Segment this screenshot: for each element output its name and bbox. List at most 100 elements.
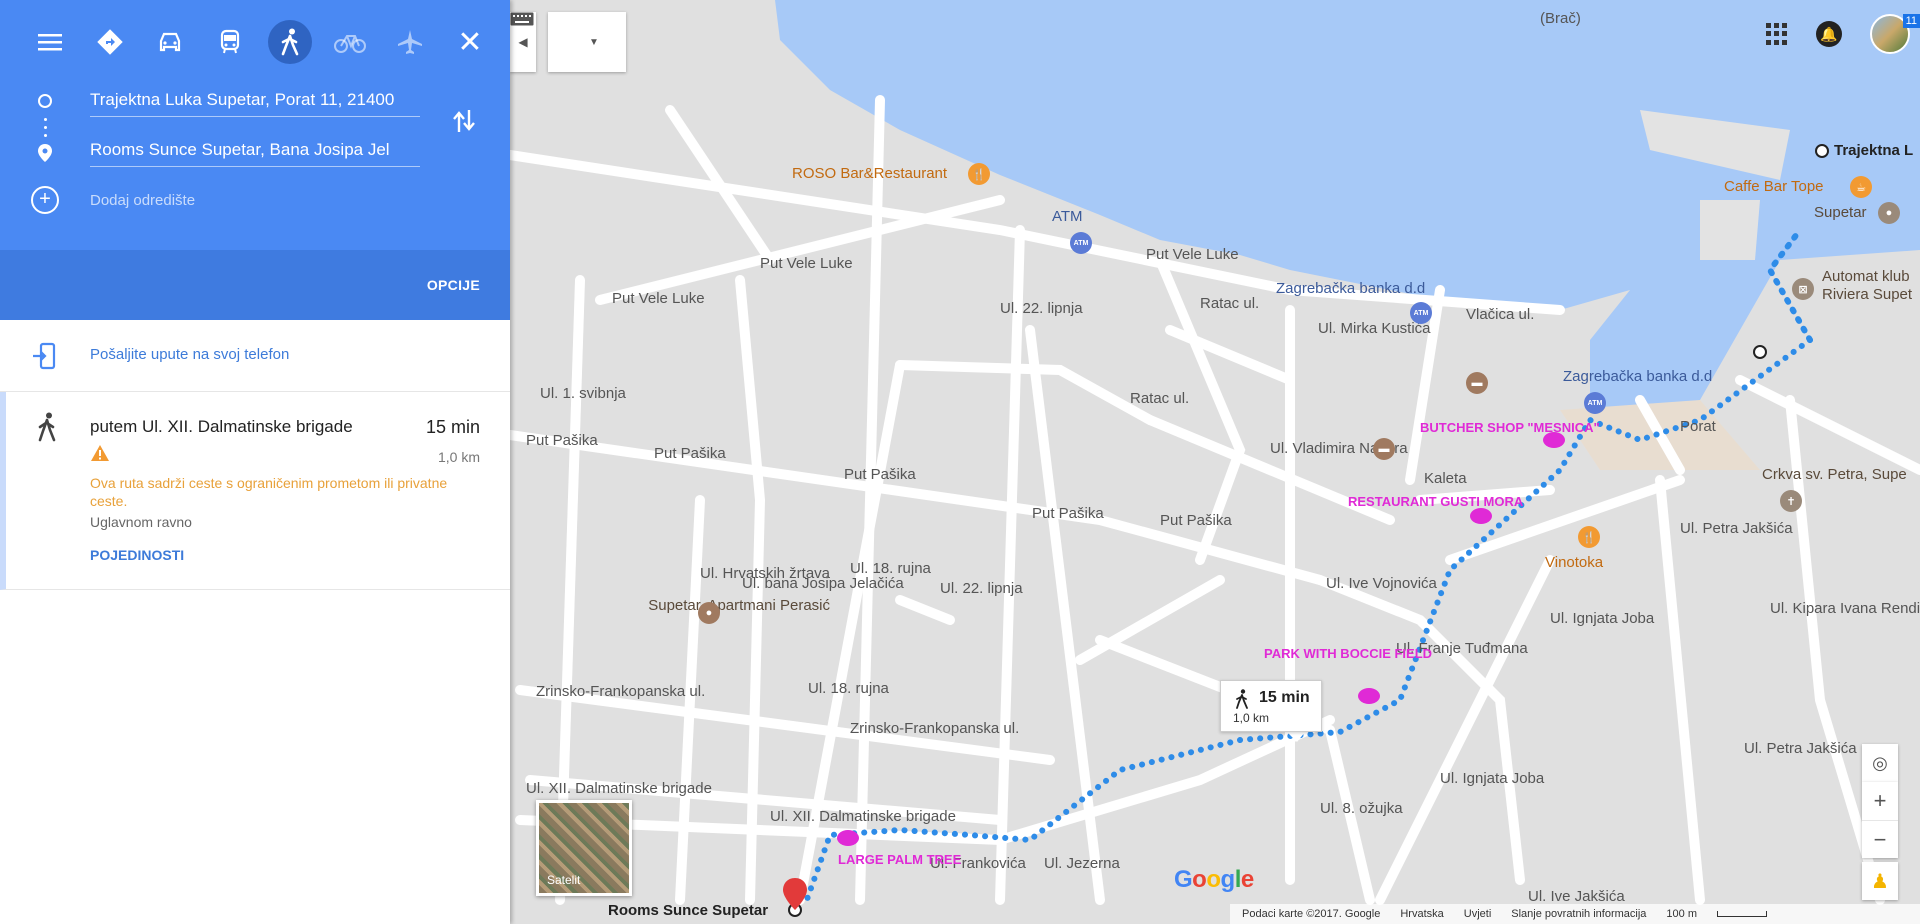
street-label: Zrinsko-Frankopanska ul. <box>850 720 1020 737</box>
street-label: Ul. 22. lipnja <box>940 580 1023 597</box>
street-label: Zrinsko-Frankopanska ul. <box>536 683 706 700</box>
terms-link[interactable]: Uvjeti <box>1464 908 1492 920</box>
zoom-in-button[interactable]: + <box>1862 782 1898 820</box>
restaurant-icon[interactable]: 🍴 <box>1578 526 1600 548</box>
google-maps-directions: Put Vele Luke Put Vele Luke Put Vele Luk… <box>0 0 1920 924</box>
directions-diamond-icon <box>97 29 123 55</box>
atm-icon[interactable]: ATM <box>1584 392 1606 414</box>
mode-walking-button[interactable] <box>268 20 312 64</box>
close-directions-button[interactable]: ✕ <box>450 22 490 62</box>
poi-label[interactable]: ROSO Bar&Restaurant <box>792 165 947 182</box>
mode-flights-button[interactable] <box>388 20 432 64</box>
street-label: Put Pašika <box>1160 512 1232 529</box>
street-label: Put Vele Luke <box>612 290 705 307</box>
street-label: Ul. Ive Vojnovića <box>1326 575 1437 592</box>
apps-grid-icon[interactable] <box>1766 23 1788 45</box>
add-destination-icon[interactable]: + <box>31 186 59 214</box>
input-tools-button[interactable]: ▼ <box>510 12 626 72</box>
street-label: Ul. XII. Dalmatinske brigade <box>526 780 712 797</box>
hamburger-icon <box>38 34 62 51</box>
hotel-icon[interactable]: ▬ <box>1466 372 1488 394</box>
menu-button[interactable] <box>28 20 72 64</box>
street-label: Put Pašika <box>1032 505 1104 522</box>
feedback-link[interactable]: Slanje povratnih informacija <box>1511 908 1646 920</box>
route-duration: 15 min <box>425 417 480 437</box>
my-location-icon[interactable]: ◎ <box>1862 744 1898 782</box>
map-data-credit: Podaci karte ©2017. Google <box>1242 908 1381 920</box>
atm-icon[interactable]: ATM <box>1070 232 1092 254</box>
swap-icon <box>453 110 475 132</box>
warning-icon <box>91 445 109 461</box>
options-button[interactable]: OPCIJE <box>427 277 480 293</box>
church-icon[interactable]: ✝ <box>1780 490 1802 512</box>
street-label: (Brač) <box>1540 10 1581 27</box>
restaurant-icon[interactable]: 🍴 <box>968 163 990 185</box>
send-to-phone-label[interactable]: Pošaljite upute na svoj telefon <box>90 346 289 363</box>
street-label: Porat <box>1680 418 1716 435</box>
street-label: Ul. Ive Jakšića <box>1528 888 1625 905</box>
zoom-out-button[interactable]: − <box>1862 820 1898 858</box>
poi-label[interactable]: Supetar, Apartmani Perasić <box>630 596 830 616</box>
mode-bicycling-button[interactable] <box>328 20 372 64</box>
atm-icon[interactable]: ATM <box>1410 302 1432 324</box>
street-label: Ul. Kipara Ivana Rendića <box>1770 600 1920 617</box>
mode-transit-button[interactable] <box>208 20 252 64</box>
street-label: Ul. Petra Jakšića <box>1744 740 1857 757</box>
origin-input[interactable]: Trajektna Luka Supetar, Porat 11, 21400 <box>90 90 420 117</box>
street-label: Ul. Mirka Kustića <box>1318 320 1431 337</box>
bus-icon <box>220 29 240 54</box>
mode-best-button[interactable] <box>88 20 132 64</box>
country-link[interactable]: Hrvatska <box>1400 908 1443 920</box>
mode-driving-button[interactable] <box>148 20 192 64</box>
poi-label[interactable]: ATM <box>1052 208 1083 225</box>
hotel-icon[interactable]: ● <box>698 602 720 624</box>
street-label: Ul. Petra Jakšića <box>1680 520 1793 537</box>
send-to-phone-row[interactable]: Pošaljite upute na svoj telefon <box>0 320 510 392</box>
street-view-control[interactable]: ♟ <box>1862 862 1898 900</box>
airplane-icon <box>398 30 422 54</box>
count-badge: 11 <box>1902 14 1920 28</box>
add-destination-input[interactable]: Dodaj odredište <box>90 192 420 215</box>
destination-label[interactable]: Rooms Sunce Supetar <box>608 902 768 919</box>
keyboard-icon <box>510 12 534 26</box>
street-label: Ul. Jezerna <box>1044 855 1120 872</box>
place-icon[interactable]: ⊠ <box>1792 278 1814 300</box>
route-elevation: Uglavnom ravno <box>90 514 192 530</box>
walking-icon <box>281 28 299 56</box>
poi-label[interactable]: Vinotoka <box>1545 554 1603 571</box>
hotel-icon[interactable]: ▬ <box>1373 438 1395 460</box>
google-logo: Google <box>1174 866 1254 893</box>
bubble-distance: 1,0 km <box>1233 711 1270 725</box>
swap-route-button[interactable] <box>452 108 478 138</box>
street-label: Kaleta <box>1424 470 1467 487</box>
destination-input[interactable]: Rooms Sunce Supetar, Bana Josipa Jel <box>90 140 420 167</box>
annotation-park: PARK WITH BOCCIE FIELD <box>1264 646 1433 661</box>
map-top-toolbar: ◀ ▼ <box>510 12 626 72</box>
street-label: Ul. Ignjata Joba <box>1440 770 1545 787</box>
bicycle-icon <box>334 35 366 53</box>
pegman-icon[interactable]: ♟ <box>1862 862 1898 900</box>
bubble-time: 15 min <box>1259 689 1310 706</box>
poi-label[interactable]: Zagrebačka banka d.d <box>1563 368 1712 385</box>
place-icon[interactable]: ● <box>1878 202 1900 224</box>
street-label: Ratac ul. <box>1130 390 1190 407</box>
poi-label[interactable]: Caffe Bar Tope <box>1724 178 1824 195</box>
street-label: Ul. 22. lipnja <box>1000 300 1083 317</box>
my-location-control[interactable]: ◎ <box>1862 744 1898 782</box>
satellite-toggle[interactable]: Satelit <box>536 800 632 896</box>
poi-label[interactable]: Crkva sv. Petra, Supe <box>1762 466 1907 483</box>
chevron-down-icon: ▼ <box>589 36 599 48</box>
street-label: Ratac ul. <box>1200 295 1260 312</box>
poi-label[interactable]: Zagrebačka banka d.d <box>1276 280 1425 297</box>
scale-label[interactable]: 100 m <box>1666 908 1697 920</box>
poi-label[interactable]: Trajektna L <box>1834 142 1913 159</box>
poi-label[interactable]: Supetar <box>1814 204 1867 221</box>
cafe-icon[interactable]: ☕ <box>1850 176 1872 198</box>
route-time-bubble[interactable]: 15 min 1,0 km <box>1220 680 1322 732</box>
route-option-card[interactable]: putem Ul. XII. Dalmatinske brigade 15 mi… <box>0 392 510 590</box>
route-details-button[interactable]: POJEDINOSTI <box>90 547 184 563</box>
notifications-icon[interactable]: 🔔 <box>1816 21 1842 47</box>
street-label: Put Vele Luke <box>1146 246 1239 263</box>
street-label: Put Vele Luke <box>760 255 853 272</box>
poi-label[interactable]: Automat klub Riviera Supet <box>1822 268 1920 304</box>
